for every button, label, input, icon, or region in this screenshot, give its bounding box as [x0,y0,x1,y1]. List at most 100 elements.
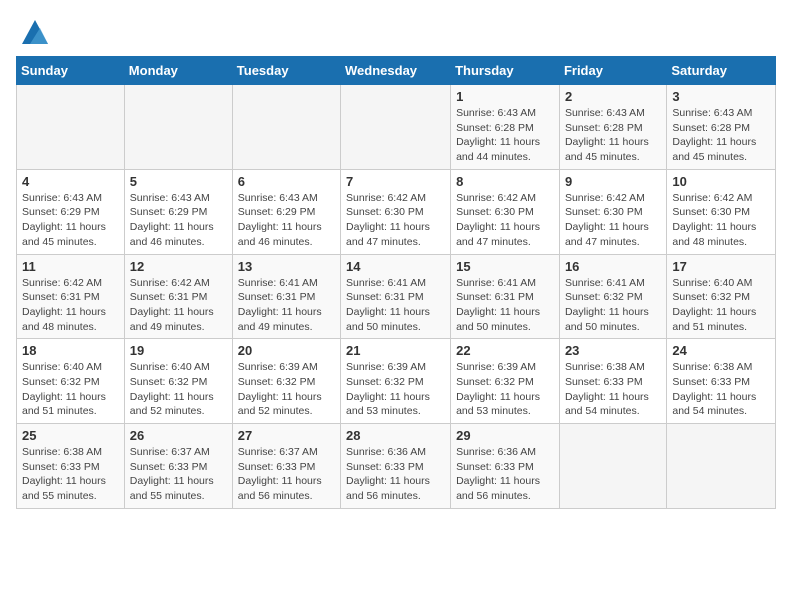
calendar-cell: 3 Sunrise: 6:43 AM Sunset: 6:28 PM Daylig… [667,85,776,170]
calendar-cell: 18 Sunrise: 6:40 AM Sunset: 6:32 PM Dayli… [17,339,125,424]
calendar-header-row: SundayMondayTuesdayWednesdayThursdayFrid… [17,57,776,85]
calendar-week-row: 4 Sunrise: 6:43 AM Sunset: 6:29 PM Daylig… [17,169,776,254]
calendar-cell [559,424,666,509]
calendar-cell: 25 Sunrise: 6:38 AM Sunset: 6:33 PM Dayli… [17,424,125,509]
day-number: 18 [22,343,119,358]
calendar-cell: 26 Sunrise: 6:37 AM Sunset: 6:33 PM Dayli… [124,424,232,509]
day-number: 12 [130,259,227,274]
calendar-table: SundayMondayTuesdayWednesdayThursdayFrid… [16,56,776,509]
calendar-cell: 2 Sunrise: 6:43 AM Sunset: 6:28 PM Daylig… [559,85,666,170]
day-info: Sunrise: 6:43 AM Sunset: 6:29 PM Dayligh… [130,191,227,250]
day-info: Sunrise: 6:36 AM Sunset: 6:33 PM Dayligh… [456,445,554,504]
calendar-cell: 12 Sunrise: 6:42 AM Sunset: 6:31 PM Dayli… [124,254,232,339]
calendar-week-row: 25 Sunrise: 6:38 AM Sunset: 6:33 PM Dayli… [17,424,776,509]
day-of-week-header: Monday [124,57,232,85]
day-number: 4 [22,174,119,189]
day-info: Sunrise: 6:42 AM Sunset: 6:31 PM Dayligh… [130,276,227,335]
day-number: 1 [456,89,554,104]
day-number: 28 [346,428,445,443]
day-info: Sunrise: 6:37 AM Sunset: 6:33 PM Dayligh… [238,445,335,504]
day-info: Sunrise: 6:41 AM Sunset: 6:31 PM Dayligh… [238,276,335,335]
day-info: Sunrise: 6:36 AM Sunset: 6:33 PM Dayligh… [346,445,445,504]
day-number: 3 [672,89,770,104]
day-number: 7 [346,174,445,189]
day-info: Sunrise: 6:41 AM Sunset: 6:31 PM Dayligh… [456,276,554,335]
calendar-cell [124,85,232,170]
day-number: 23 [565,343,661,358]
calendar-cell: 28 Sunrise: 6:36 AM Sunset: 6:33 PM Dayli… [341,424,451,509]
day-number: 26 [130,428,227,443]
calendar-cell: 4 Sunrise: 6:43 AM Sunset: 6:29 PM Daylig… [17,169,125,254]
day-info: Sunrise: 6:40 AM Sunset: 6:32 PM Dayligh… [22,360,119,419]
calendar-cell: 17 Sunrise: 6:40 AM Sunset: 6:32 PM Dayli… [667,254,776,339]
day-number: 20 [238,343,335,358]
calendar-week-row: 18 Sunrise: 6:40 AM Sunset: 6:32 PM Dayli… [17,339,776,424]
day-number: 29 [456,428,554,443]
calendar-cell [232,85,340,170]
calendar-cell: 29 Sunrise: 6:36 AM Sunset: 6:33 PM Dayli… [451,424,560,509]
day-number: 22 [456,343,554,358]
day-info: Sunrise: 6:38 AM Sunset: 6:33 PM Dayligh… [672,360,770,419]
day-number: 15 [456,259,554,274]
day-info: Sunrise: 6:43 AM Sunset: 6:28 PM Dayligh… [565,106,661,165]
calendar-cell: 20 Sunrise: 6:39 AM Sunset: 6:32 PM Dayli… [232,339,340,424]
logo-icon [20,16,50,46]
calendar-cell: 5 Sunrise: 6:43 AM Sunset: 6:29 PM Daylig… [124,169,232,254]
calendar-cell: 9Sunrise: 6:42 AM Sunset: 6:30 PM Daylig… [559,169,666,254]
day-number: 21 [346,343,445,358]
calendar-cell: 11 Sunrise: 6:42 AM Sunset: 6:31 PM Dayli… [17,254,125,339]
day-info: Sunrise: 6:42 AM Sunset: 6:30 PM Dayligh… [456,191,554,250]
day-number: 11 [22,259,119,274]
day-info: Sunrise: 6:38 AM Sunset: 6:33 PM Dayligh… [22,445,119,504]
day-info: Sunrise: 6:37 AM Sunset: 6:33 PM Dayligh… [130,445,227,504]
day-info: Sunrise: 6:39 AM Sunset: 6:32 PM Dayligh… [238,360,335,419]
day-number: 6 [238,174,335,189]
calendar-cell: 13 Sunrise: 6:41 AM Sunset: 6:31 PM Dayli… [232,254,340,339]
calendar-cell: 16 Sunrise: 6:41 AM Sunset: 6:32 PM Dayli… [559,254,666,339]
calendar-cell: 8 Sunrise: 6:42 AM Sunset: 6:30 PM Daylig… [451,169,560,254]
day-number: 24 [672,343,770,358]
calendar-cell [341,85,451,170]
calendar-cell: 6Sunrise: 6:43 AM Sunset: 6:29 PM Daylig… [232,169,340,254]
calendar-cell: 14 Sunrise: 6:41 AM Sunset: 6:31 PM Dayli… [341,254,451,339]
day-of-week-header: Tuesday [232,57,340,85]
day-number: 17 [672,259,770,274]
calendar-cell: 21 Sunrise: 6:39 AM Sunset: 6:32 PM Dayli… [341,339,451,424]
calendar-week-row: 1 Sunrise: 6:43 AM Sunset: 6:28 PM Daylig… [17,85,776,170]
calendar-cell [17,85,125,170]
day-info: Sunrise: 6:43 AM Sunset: 6:28 PM Dayligh… [672,106,770,165]
calendar-cell: 22 Sunrise: 6:39 AM Sunset: 6:32 PM Dayli… [451,339,560,424]
calendar-cell: 23Sunrise: 6:38 AM Sunset: 6:33 PM Dayli… [559,339,666,424]
day-number: 5 [130,174,227,189]
day-number: 10 [672,174,770,189]
day-info: Sunrise: 6:39 AM Sunset: 6:32 PM Dayligh… [346,360,445,419]
day-of-week-header: Sunday [17,57,125,85]
logo [16,16,50,46]
day-info: Sunrise: 6:40 AM Sunset: 6:32 PM Dayligh… [130,360,227,419]
day-of-week-header: Wednesday [341,57,451,85]
day-info: Sunrise: 6:43 AM Sunset: 6:29 PM Dayligh… [22,191,119,250]
day-number: 16 [565,259,661,274]
day-info: Sunrise: 6:40 AM Sunset: 6:32 PM Dayligh… [672,276,770,335]
calendar-cell: 7Sunrise: 6:42 AM Sunset: 6:30 PM Daylig… [341,169,451,254]
calendar-cell: 19 Sunrise: 6:40 AM Sunset: 6:32 PM Dayli… [124,339,232,424]
day-number: 9 [565,174,661,189]
day-number: 27 [238,428,335,443]
calendar-cell: 15 Sunrise: 6:41 AM Sunset: 6:31 PM Dayli… [451,254,560,339]
day-number: 2 [565,89,661,104]
day-number: 13 [238,259,335,274]
day-number: 19 [130,343,227,358]
calendar-cell: 24 Sunrise: 6:38 AM Sunset: 6:33 PM Dayli… [667,339,776,424]
day-info: Sunrise: 6:42 AM Sunset: 6:30 PM Dayligh… [672,191,770,250]
day-info: Sunrise: 6:42 AM Sunset: 6:31 PM Dayligh… [22,276,119,335]
day-info: Sunrise: 6:41 AM Sunset: 6:32 PM Dayligh… [565,276,661,335]
day-info: Sunrise: 6:39 AM Sunset: 6:32 PM Dayligh… [456,360,554,419]
day-number: 8 [456,174,554,189]
calendar-cell: 1Sunrise: 6:43 AM Sunset: 6:28 PM Daylig… [451,85,560,170]
day-number: 25 [22,428,119,443]
day-number: 14 [346,259,445,274]
day-of-week-header: Saturday [667,57,776,85]
page-header [16,16,776,46]
day-info: Sunrise: 6:41 AM Sunset: 6:31 PM Dayligh… [346,276,445,335]
day-of-week-header: Friday [559,57,666,85]
